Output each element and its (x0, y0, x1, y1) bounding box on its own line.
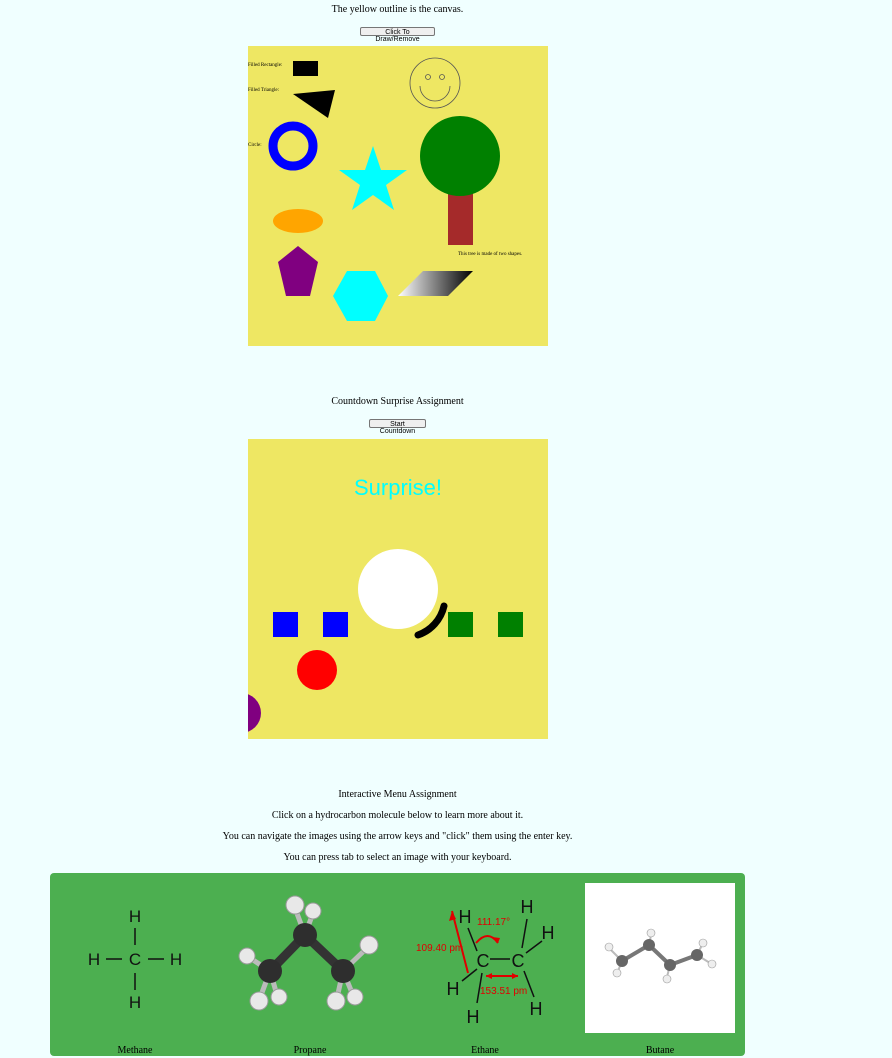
propane-caption: Propane (293, 1045, 327, 1056)
cyan-hexagon (333, 271, 388, 321)
svg-text:H: H (542, 923, 555, 943)
orange-ellipse (273, 209, 323, 233)
shapes-drawing: Filled Rectangle: Filled Triangle: Circl… (248, 57, 522, 321)
green-square-2 (498, 612, 523, 637)
smiley-face (409, 57, 461, 109)
canvas-caption: The yellow outline is the canvas. (331, 4, 464, 15)
purple-pentagon (278, 246, 318, 296)
white-circle (358, 549, 438, 629)
menu-instruction-3: You can press tab to select an image wit… (283, 852, 512, 863)
ethane-caption: Ethane (471, 1045, 499, 1056)
svg-text:H: H (170, 950, 182, 969)
molecule-menu: H C H H H Methane Propane C C H H H H H … (50, 873, 745, 1056)
svg-text:H: H (129, 993, 141, 1012)
svg-text:H: H (129, 907, 141, 926)
countdown-title: Countdown Surprise Assignment (331, 396, 464, 407)
menu-instruction-2: You can navigate the images using the ar… (222, 831, 573, 842)
menu-item-propane[interactable]: Propane (235, 883, 385, 1056)
menu-instruction-1: Click on a hydrocarbon molecule below to… (271, 810, 524, 821)
label-filled-rectangle: Filled Rectangle: (248, 63, 282, 68)
svg-text:153.51 pm: 153.51 pm (480, 986, 527, 997)
shapes-canvas: Filled Rectangle: Filled Triangle: Circl… (248, 46, 548, 346)
ethane-structure-icon: C C H H H H H H 111.17° 109.40 pm 153.51… (410, 883, 560, 1033)
filled-rectangle (293, 61, 318, 76)
filled-triangle (293, 90, 335, 118)
cyan-star (339, 146, 407, 210)
countdown-canvas: Surprise! (248, 439, 548, 739)
menu-item-methane[interactable]: H C H H H Methane (60, 883, 210, 1056)
start-countdown-button[interactable]: Start Countdown (369, 419, 426, 435)
label-filled-triangle: Filled Triangle: (248, 88, 279, 93)
countdown-drawing: Surprise! (248, 475, 523, 732)
methane-structure-icon: H C H H H (60, 883, 210, 1033)
svg-text:111.17°: 111.17° (477, 917, 510, 928)
svg-text:H: H (88, 950, 100, 969)
methane-caption: Methane (117, 1045, 153, 1056)
svg-text:C: C (512, 951, 525, 971)
label-circle: Circle: (248, 143, 262, 148)
butane-ball-stick-icon (585, 883, 735, 1033)
svg-text:109.40 pm: 109.40 pm (416, 943, 463, 954)
butane-caption: Butane (645, 1045, 675, 1056)
blue-ring (268, 121, 318, 171)
red-ball (297, 650, 337, 690)
svg-text:C: C (477, 951, 490, 971)
blue-square-1 (273, 612, 298, 637)
svg-text:H: H (459, 907, 472, 927)
svg-text:H: H (530, 999, 543, 1019)
svg-text:H: H (467, 1007, 480, 1027)
tree-note: This tree is made of two shapes. (458, 252, 522, 257)
svg-text:C: C (129, 950, 141, 969)
menu-title: Interactive Menu Assignment (338, 789, 457, 800)
svg-text:H: H (447, 979, 460, 999)
propane-ball-stick-icon (235, 883, 385, 1033)
svg-text:H: H (521, 897, 534, 917)
green-square-1 (448, 612, 473, 637)
tree-crown (420, 116, 500, 196)
menu-item-ethane[interactable]: C C H H H H H H 111.17° 109.40 pm 153.51… (410, 883, 560, 1056)
blue-square-2 (323, 612, 348, 637)
menu-item-butane[interactable]: Butane (585, 883, 735, 1056)
tree-trunk (448, 191, 473, 245)
purple-ball (248, 694, 261, 732)
draw-remove-button[interactable]: Click To Draw/Remove (360, 27, 435, 43)
surprise-text: Surprise! (354, 475, 442, 500)
gradient-parallelogram (398, 271, 473, 296)
